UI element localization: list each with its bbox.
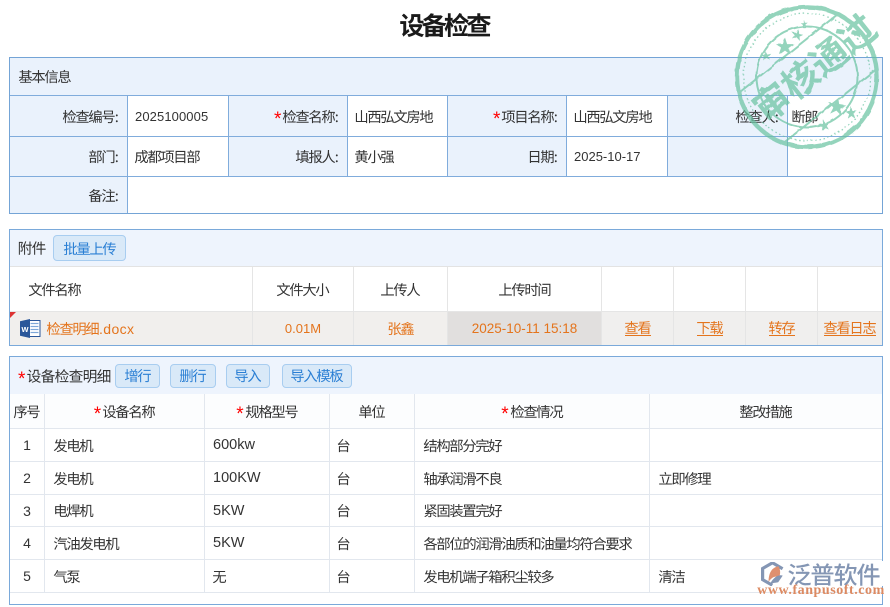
svg-text:w: w: [20, 324, 29, 334]
